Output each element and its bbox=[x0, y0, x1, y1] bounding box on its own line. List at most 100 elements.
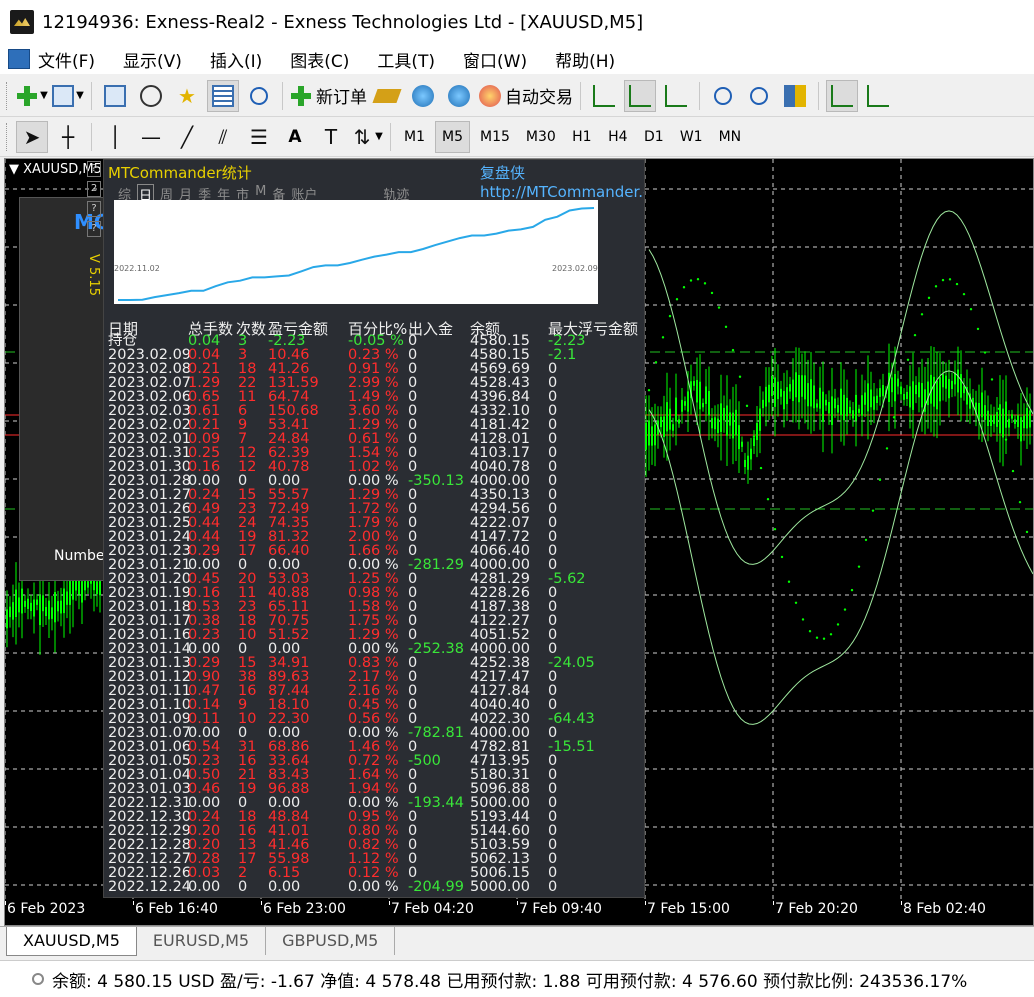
bar-chart-button[interactable] bbox=[588, 80, 620, 112]
strategy-tester-button[interactable] bbox=[243, 80, 275, 112]
vps-button[interactable] bbox=[443, 80, 475, 112]
menu-file[interactable]: 文件(F) bbox=[38, 47, 95, 72]
table-cell: 0 bbox=[238, 879, 248, 895]
table-cell: 0.00 % bbox=[348, 795, 399, 811]
cursor-tool[interactable]: ➤ bbox=[16, 120, 48, 153]
table-cell: 1.75 % bbox=[348, 613, 399, 629]
table-cell: 0 bbox=[408, 403, 418, 419]
table-cell: 0 bbox=[548, 431, 558, 447]
timeframe-w1[interactable]: W1 bbox=[674, 121, 709, 153]
sar-dot bbox=[976, 327, 980, 331]
menu-window[interactable]: 窗口(W) bbox=[463, 47, 527, 72]
candle-body bbox=[669, 408, 671, 430]
timeframe-mn[interactable]: MN bbox=[713, 121, 748, 153]
horizontal-line-tool[interactable]: — bbox=[135, 121, 167, 153]
candle-body bbox=[936, 380, 938, 410]
candle-body bbox=[759, 408, 761, 431]
toolbar-grip[interactable] bbox=[6, 122, 10, 151]
table-cell: 2023.01.24 bbox=[108, 529, 192, 545]
candle-body bbox=[732, 412, 734, 439]
sar-dot bbox=[850, 588, 854, 592]
candle-body bbox=[12, 602, 14, 620]
time-axis-tick bbox=[517, 901, 518, 905]
tile-windows-button[interactable] bbox=[779, 80, 811, 112]
table-cell: 4782.81 bbox=[470, 739, 530, 755]
table-cell: 51.52 bbox=[268, 627, 310, 643]
stats-title: MTCommander统计 bbox=[108, 164, 252, 182]
menu-tools[interactable]: 工具(T) bbox=[377, 47, 435, 72]
trendline-tool[interactable]: ╱ bbox=[171, 121, 203, 153]
market-watch-button[interactable] bbox=[99, 80, 131, 112]
timeframe-m5[interactable]: M5 bbox=[435, 120, 470, 153]
table-row: 2023.02.01 0.09 7 24.84 0.61 % 0 4128.01 0 bbox=[108, 431, 644, 447]
terminal-button[interactable] bbox=[207, 79, 239, 112]
line-chart-button[interactable] bbox=[660, 80, 692, 112]
channel-tool[interactable]: ⫽ bbox=[207, 121, 239, 153]
timeframe-m15[interactable]: M15 bbox=[474, 121, 516, 153]
price-chart[interactable]: ▼ XAUUSD,M5 MC V 5.15 Numbe ? 2 ? ? MTCo… bbox=[4, 158, 1034, 926]
sar-dot bbox=[654, 361, 658, 364]
candle-body bbox=[81, 581, 83, 603]
document-icon[interactable] bbox=[8, 49, 30, 69]
crosshair-tool[interactable]: ┼ bbox=[52, 121, 84, 153]
table-cell: 4000.00 bbox=[470, 473, 530, 489]
side-tool-3[interactable]: ? bbox=[87, 201, 101, 217]
side-tool-1[interactable]: ? bbox=[87, 161, 101, 177]
timeframe-m30[interactable]: M30 bbox=[520, 121, 562, 153]
table-cell: 4128.01 bbox=[470, 431, 530, 447]
stats-link[interactable]: 复盘侠 http://MTCommander.com bbox=[480, 162, 644, 201]
candle-chart-button[interactable] bbox=[624, 79, 656, 112]
side-tool-2[interactable]: 2 bbox=[87, 181, 101, 197]
candle-body bbox=[825, 399, 827, 406]
table-cell: 0 bbox=[548, 403, 558, 419]
table-cell: 18.10 bbox=[268, 697, 310, 713]
vertical-line-tool[interactable]: │ bbox=[99, 121, 131, 153]
candle-body bbox=[858, 408, 860, 413]
table-row: 2023.01.20 0.45 20 53.03 1.25 % 0 4281.29 -5.62 bbox=[108, 572, 644, 587]
chart-tab[interactable]: EURUSD,M5 bbox=[137, 927, 267, 955]
chart-tab[interactable]: GBPUSD,M5 bbox=[266, 927, 396, 955]
table-cell: 1.12 % bbox=[348, 851, 399, 867]
menu-charts[interactable]: 图表(C) bbox=[290, 47, 349, 72]
candle-body bbox=[990, 415, 992, 426]
signals-button[interactable] bbox=[407, 80, 439, 112]
menu-insert[interactable]: 插入(I) bbox=[210, 47, 262, 72]
new-order-label: 新订单 bbox=[316, 88, 367, 108]
timeframe-h4[interactable]: H4 bbox=[602, 121, 634, 153]
side-tool-4[interactable]: ? bbox=[87, 221, 101, 237]
timeframe-m1[interactable]: M1 bbox=[398, 121, 431, 153]
table-cell: 4222.07 bbox=[470, 515, 530, 531]
fibonacci-tool[interactable]: ☰ bbox=[243, 121, 275, 153]
time-axis-tick bbox=[389, 901, 390, 905]
data-window-button[interactable] bbox=[135, 80, 167, 112]
text-label-tool[interactable]: T bbox=[315, 121, 347, 153]
timeframe-h1[interactable]: H1 bbox=[566, 121, 598, 153]
chart-tab[interactable]: XAUUSD,M5 bbox=[6, 927, 137, 956]
table-cell: 0.00 bbox=[268, 641, 301, 657]
text-tool[interactable]: A bbox=[279, 121, 311, 153]
sar-dot bbox=[997, 407, 1001, 410]
toolbar-separator bbox=[91, 122, 92, 151]
table-row: 2023.01.07 0.00 0 0.00 0.00 % -782.81 4000.00 0 bbox=[108, 726, 644, 741]
sar-dot bbox=[1004, 438, 1008, 441]
auto-trading-button[interactable]: 自动交易 bbox=[479, 80, 573, 112]
table-cell: 3 bbox=[238, 347, 248, 363]
menu-help[interactable]: 帮助(H) bbox=[555, 47, 615, 72]
table-row: 2023.02.03 0.61 6 150.68 3.60 % 0 4332.10 0 bbox=[108, 403, 644, 419]
new-order-button[interactable]: 新订单 bbox=[290, 80, 367, 112]
profiles-button[interactable]: ▼ bbox=[52, 80, 84, 112]
menu-view[interactable]: 显示(V) bbox=[123, 47, 182, 72]
toolbar-grip[interactable] bbox=[6, 81, 10, 110]
candle-body bbox=[60, 600, 62, 614]
gold-button[interactable] bbox=[371, 80, 403, 112]
table-cell: 4187.38 bbox=[470, 599, 530, 615]
navigator-button[interactable]: ★ bbox=[171, 80, 203, 112]
arrows-tool[interactable]: ⇅ ▼ bbox=[351, 121, 383, 153]
chart-shift-button[interactable] bbox=[862, 80, 894, 112]
table-cell: 0.03 bbox=[188, 865, 221, 881]
timeframe-d1[interactable]: D1 bbox=[638, 121, 670, 153]
zoom-out-button[interactable] bbox=[743, 80, 775, 112]
auto-scroll-button[interactable] bbox=[826, 79, 858, 112]
new-chart-button[interactable]: ▼ bbox=[16, 80, 48, 112]
zoom-in-button[interactable] bbox=[707, 80, 739, 112]
